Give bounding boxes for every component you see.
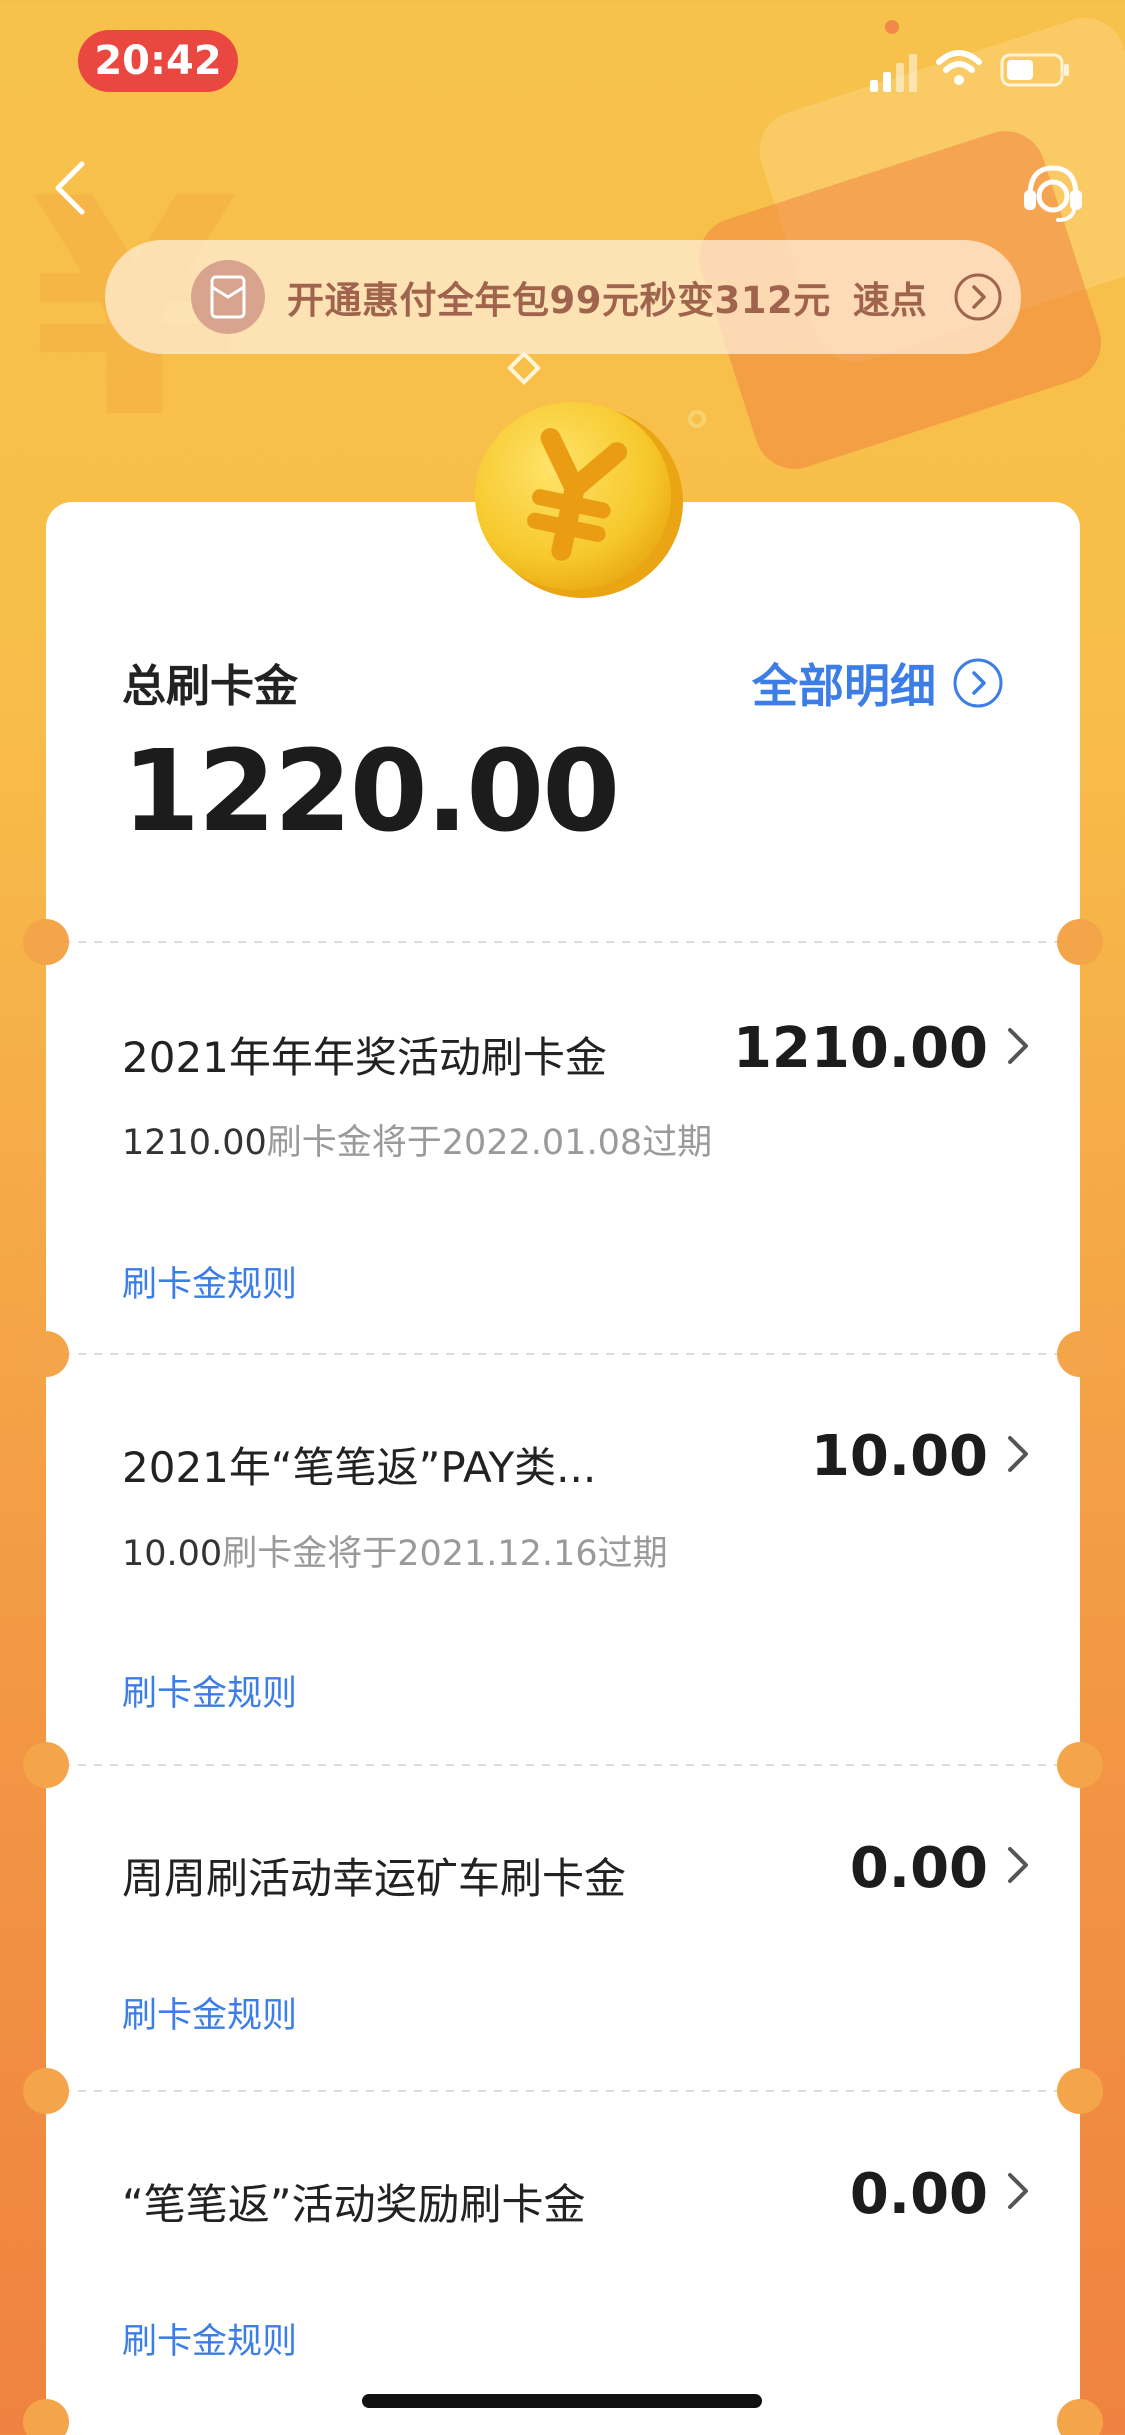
chevron-right-icon bbox=[1008, 1436, 1028, 1472]
wifi-icon bbox=[936, 50, 982, 85]
item-amount: 10.00 bbox=[810, 1424, 988, 1489]
total-label: 总刷卡金 bbox=[122, 661, 298, 712]
card-rules-link[interactable]: 刷卡金规则 bbox=[122, 1665, 297, 1716]
card-rules-link[interactable]: 刷卡金规则 bbox=[122, 1256, 297, 1307]
card-rules-link[interactable]: 刷卡金规则 bbox=[122, 2313, 297, 2364]
card-rules-link[interactable]: 刷卡金规则 bbox=[122, 1987, 297, 2038]
promo-cta[interactable]: 速点 bbox=[853, 270, 927, 324]
back-arrow-icon[interactable] bbox=[50, 158, 90, 218]
item-expiry: 10.00刷卡金将于2021.12.16过期 bbox=[122, 1534, 668, 1574]
chevron-right-circle-icon[interactable] bbox=[953, 272, 1003, 322]
item-title: 周周刷活动幸运矿车刷卡金 bbox=[122, 1854, 627, 1903]
battery-icon bbox=[1000, 53, 1069, 87]
list-item[interactable]: 2021年“笔笔返”PAY类... 10.00 10.00刷卡金将于2021.1… bbox=[46, 1354, 1080, 1764]
item-amount: 1210.00 bbox=[732, 1016, 988, 1081]
item-amount: 0.00 bbox=[849, 1836, 988, 1901]
item-amount: 0.00 bbox=[849, 2162, 988, 2227]
list-item[interactable]: “笔笔返”活动奖励刷卡金 0.00 刷卡金规则 bbox=[46, 2091, 1080, 2421]
decor-dot bbox=[688, 410, 706, 428]
chevron-right-icon bbox=[1008, 1847, 1028, 1883]
promo-banner[interactable]: 开通惠付全年包99元秒变312元 速点 bbox=[105, 240, 1021, 354]
chevron-right-circle-icon bbox=[953, 658, 1003, 708]
decor-diamond bbox=[507, 351, 541, 385]
list-item[interactable]: 2021年年年奖活动刷卡金 1210.00 1210.00刷卡金将于2022.0… bbox=[46, 942, 1080, 1352]
cellular-signal-icon bbox=[870, 54, 917, 92]
total-amount: 1220.00 bbox=[122, 727, 620, 857]
item-title: 2021年年年奖活动刷卡金 bbox=[122, 1033, 607, 1082]
chevron-right-icon bbox=[1008, 1028, 1028, 1064]
balance-card: 总刷卡金 全部明细 1220.00 2021年年年奖活动刷卡金 1210.00 … bbox=[23, 502, 1103, 2435]
promo-text: 开通惠付全年包99元秒变312元 bbox=[287, 279, 831, 322]
list-item[interactable]: 周周刷活动幸运矿车刷卡金 0.00 刷卡金规则 bbox=[46, 1765, 1080, 2090]
red-envelope-icon bbox=[191, 260, 265, 334]
all-details-label: 全部明细 bbox=[752, 659, 936, 713]
item-title: “笔笔返”活动奖励刷卡金 bbox=[122, 2180, 586, 2229]
all-details-link[interactable]: 全部明细 bbox=[752, 650, 1004, 716]
gold-coin-icon bbox=[475, 402, 683, 598]
item-expiry: 1210.00刷卡金将于2022.01.08过期 bbox=[122, 1123, 713, 1163]
status-bar: 20:42 bbox=[0, 0, 1125, 130]
customer-service-icon[interactable] bbox=[1020, 160, 1086, 226]
home-indicator[interactable] bbox=[362, 2394, 762, 2408]
chevron-right-icon bbox=[1008, 2173, 1028, 2209]
status-time: 20:42 bbox=[78, 30, 238, 92]
item-title: 2021年“笔笔返”PAY类... bbox=[122, 1443, 597, 1492]
